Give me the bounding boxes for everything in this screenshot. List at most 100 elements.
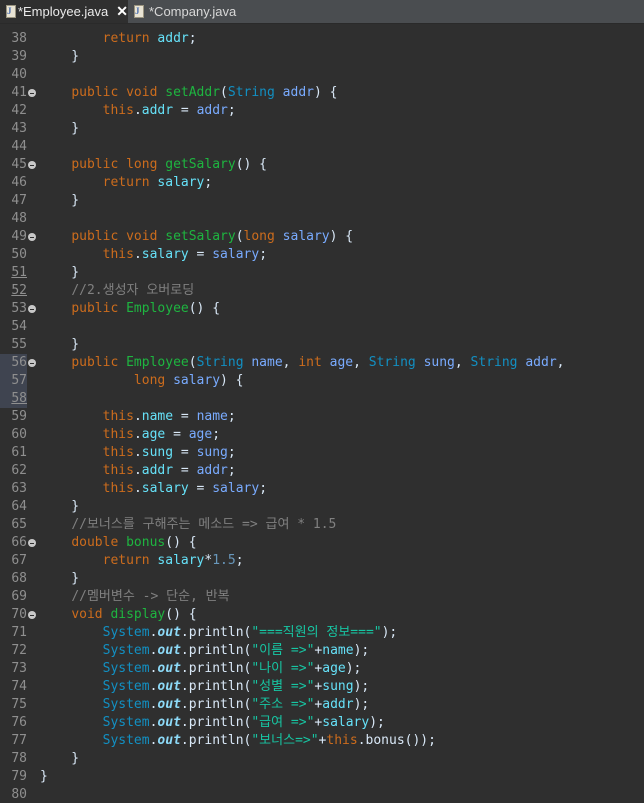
code-editor[interactable]: 38 return addr; 39 } 40 41 public void setA…	[0, 24, 644, 803]
line-number: 73	[11, 661, 27, 676]
code-text: }	[40, 193, 80, 208]
code-text: System.out.println("급여 =>"+salary);	[102, 715, 385, 730]
code-line[interactable]: 63 this.salary = salary;	[0, 480, 644, 498]
code-line[interactable]: 76 System.out.println("급여 =>"+salary);	[0, 714, 644, 732]
tab-label: *Employee.java	[17, 4, 109, 19]
close-icon[interactable]: ✕	[116, 3, 128, 20]
fold-collapse-icon[interactable]	[28, 233, 36, 241]
code-text: this.age = age;	[102, 427, 221, 442]
code-text: }	[40, 337, 80, 352]
code-line[interactable]: 65 //보너스를 구해주는 메소드 => 급여 * 1.5	[0, 516, 644, 534]
code-line[interactable]: 43 }	[0, 120, 644, 138]
line-number: 59	[11, 409, 27, 424]
java-file-icon: J	[6, 5, 16, 18]
code-text: void display() {	[71, 607, 197, 622]
line-number: 75	[11, 697, 27, 712]
fold-collapse-icon[interactable]	[28, 161, 36, 169]
line-number: 43	[11, 121, 27, 136]
code-text: public Employee() {	[71, 301, 221, 316]
code-line[interactable]: 49 public void setSalary(long salary) {	[0, 228, 644, 246]
fold-collapse-icon[interactable]	[28, 89, 36, 97]
code-line[interactable]: 61 this.sung = sung;	[0, 444, 644, 462]
line-number: 61	[11, 445, 27, 460]
code-line[interactable]: 67 return salary*1.5;	[0, 552, 644, 570]
line-number: 46	[11, 175, 27, 190]
line-number: 50	[11, 247, 27, 262]
code-line[interactable]: 52 //2.생성자 오버로딩	[0, 282, 644, 300]
line-number: 41	[11, 85, 27, 100]
line-number: 76	[11, 715, 27, 730]
line-number: 60	[11, 427, 27, 442]
code-text: this.addr = addr;	[102, 463, 236, 478]
editor-tab-bar: J *Employee.java ✕ J *Company.java	[0, 0, 644, 24]
code-line[interactable]: 80	[0, 786, 644, 803]
code-line[interactable]: 51 }	[0, 264, 644, 282]
code-line[interactable]: 48	[0, 210, 644, 228]
code-text: public void setSalary(long salary) {	[71, 229, 354, 244]
line-number: 74	[11, 679, 27, 694]
line-number: 77	[11, 733, 27, 748]
line-number: 71	[11, 625, 27, 640]
code-line[interactable]: 45 public long getSalary() {	[0, 156, 644, 174]
line-number: 69	[11, 589, 27, 604]
code-line[interactable]: 41 public void setAddr(String addr) {	[0, 84, 644, 102]
line-number: 72	[11, 643, 27, 658]
code-text: System.out.println("===직원의 정보===");	[102, 625, 398, 640]
line-number: 39	[11, 49, 27, 64]
tab-employee-java[interactable]: J *Employee.java ✕	[0, 0, 128, 23]
code-line[interactable]: 59 this.name = name;	[0, 408, 644, 426]
code-line[interactable]: 75 System.out.println("주소 =>"+addr);	[0, 696, 644, 714]
line-number: 79	[11, 769, 27, 784]
code-text: }	[40, 49, 80, 64]
code-line[interactable]: 50 this.salary = salary;	[0, 246, 644, 264]
code-text: public void setAddr(String addr) {	[71, 85, 338, 100]
code-line[interactable]: 58	[0, 390, 644, 408]
code-line[interactable]: 68 }	[0, 570, 644, 588]
code-line[interactable]: 56 public Employee(String name, int age,…	[0, 354, 644, 372]
line-number: 42	[11, 103, 27, 118]
line-number: 45	[11, 157, 27, 172]
code-line[interactable]: 57 long salary) {	[0, 372, 644, 390]
line-number: 57	[0, 372, 27, 390]
code-line[interactable]: 53 public Employee() {	[0, 300, 644, 318]
code-line[interactable]: 42 this.addr = addr;	[0, 102, 644, 120]
code-line[interactable]: 71 System.out.println("===직원의 정보===");	[0, 624, 644, 642]
code-text: }	[40, 265, 80, 280]
code-text: System.out.println("나이 =>"+age);	[102, 661, 362, 676]
code-line[interactable]: 39 }	[0, 48, 644, 66]
code-line[interactable]: 74 System.out.println("성별 =>"+sung);	[0, 678, 644, 696]
code-line[interactable]: 66 double bonus() {	[0, 534, 644, 552]
line-number: 49	[11, 229, 27, 244]
code-text: System.out.println("성별 =>"+sung);	[102, 679, 370, 694]
fold-collapse-icon[interactable]	[28, 359, 36, 367]
code-line[interactable]: 78 }	[0, 750, 644, 768]
line-number: 48	[11, 211, 27, 226]
code-line[interactable]: 77 System.out.println("보너스=>"+this.bonus…	[0, 732, 644, 750]
fold-collapse-icon[interactable]	[28, 611, 36, 619]
code-line[interactable]: 47 }	[0, 192, 644, 210]
code-line[interactable]: 60 this.age = age;	[0, 426, 644, 444]
line-number: 62	[11, 463, 27, 478]
fold-collapse-icon[interactable]	[28, 539, 36, 547]
line-number: 65	[11, 517, 27, 532]
code-line[interactable]: 70 void display() {	[0, 606, 644, 624]
code-line[interactable]: 69 //멤버변수 -> 단순, 반복	[0, 588, 644, 606]
code-line[interactable]: 44	[0, 138, 644, 156]
fold-collapse-icon[interactable]	[28, 305, 36, 313]
code-text: double bonus() {	[71, 535, 197, 550]
code-line[interactable]: 72 System.out.println("이름 =>"+name);	[0, 642, 644, 660]
code-text: System.out.println("이름 =>"+name);	[102, 643, 370, 658]
code-line[interactable]: 38 return addr;	[0, 30, 644, 48]
tab-company-java[interactable]: J *Company.java	[128, 0, 248, 23]
code-line[interactable]: 64 }	[0, 498, 644, 516]
code-line[interactable]: 40	[0, 66, 644, 84]
code-line[interactable]: 62 this.addr = addr;	[0, 462, 644, 480]
code-text: }	[40, 121, 80, 136]
code-line[interactable]: 46 return salary;	[0, 174, 644, 192]
code-line[interactable]: 79}	[0, 768, 644, 786]
code-line[interactable]: 54	[0, 318, 644, 336]
line-number: 38	[11, 31, 27, 46]
code-line[interactable]: 55 }	[0, 336, 644, 354]
code-line[interactable]: 73 System.out.println("나이 =>"+age);	[0, 660, 644, 678]
code-text: }	[40, 571, 80, 586]
